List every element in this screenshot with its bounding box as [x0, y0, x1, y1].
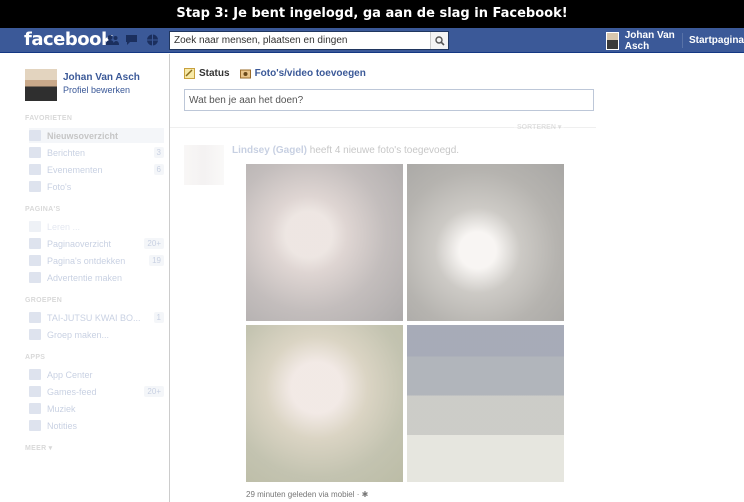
section-pages: PAGINA'S — [25, 206, 61, 213]
sidebar-item-notes[interactable]: Notities — [29, 418, 164, 433]
sidebar-more-link[interactable]: MEER ▾ — [25, 444, 52, 452]
sidebar-item-games-feed[interactable]: Games-feed 20+ — [29, 384, 164, 399]
friend-requests-icon[interactable] — [106, 34, 119, 46]
music-icon — [29, 403, 41, 414]
notes-icon — [29, 420, 41, 431]
facebook-logo[interactable]: facebook — [24, 29, 113, 50]
top-avatar — [606, 31, 619, 50]
status-composer — [184, 89, 594, 111]
sidebar-item-music[interactable]: Muziek — [29, 401, 164, 416]
calendar-icon — [29, 164, 41, 175]
story-avatar[interactable] — [184, 145, 224, 185]
count-badge: 3 — [153, 147, 164, 158]
camera-icon — [239, 69, 251, 79]
games-icon — [29, 386, 41, 397]
tab-status[interactable]: Status — [184, 68, 230, 79]
count-badge: 20+ — [144, 238, 164, 249]
tab-add-photo-video[interactable]: Foto's/video toevoegen — [239, 68, 366, 79]
sidebar-item-group[interactable]: TAI-JUTSU KWAI BO... 1 — [29, 310, 164, 325]
section-favorites: FAVORIETEN — [25, 115, 73, 122]
section-groups: GROEPEN — [25, 297, 63, 304]
photos-icon — [29, 181, 41, 192]
sidebar-item-page[interactable]: Leren ... — [29, 219, 164, 234]
search-input[interactable] — [170, 32, 428, 49]
section-apps: APPS — [25, 354, 46, 361]
profile-name[interactable]: Johan Van Asch — [63, 72, 140, 83]
story-header: Lindsey (Gagel) heeft 4 nieuwe foto's to… — [232, 145, 459, 156]
edit-profile-link[interactable]: Profiel bewerken — [63, 85, 140, 95]
sidebar-item-create-group[interactable]: Groep maken... — [29, 327, 164, 342]
discover-icon — [29, 255, 41, 266]
left-sidebar: Johan Van Asch Profiel bewerken FAVORIET… — [0, 54, 170, 502]
sidebar-item-pages-feed[interactable]: Paginaoverzicht 20+ — [29, 236, 164, 251]
composer-tabs: Status Foto's/video toevoegen — [184, 68, 376, 79]
search-icon — [434, 35, 445, 46]
group-icon — [29, 312, 41, 323]
count-badge: 20+ — [144, 386, 164, 397]
profile-avatar[interactable] — [25, 69, 57, 101]
search-button[interactable] — [430, 32, 448, 49]
story-photo-2[interactable] — [407, 164, 564, 321]
sidebar-item-messages[interactable]: Berichten 3 — [29, 145, 164, 160]
sidebar-item-discover-pages[interactable]: Pagina's ontdekken 19 — [29, 253, 164, 268]
sidebar-item-app-center[interactable]: App Center — [29, 367, 164, 382]
count-badge: 19 — [149, 255, 164, 266]
sidebar-item-events[interactable]: Evenementen 6 — [29, 162, 164, 177]
add-group-icon — [29, 329, 41, 340]
notifications-icon[interactable] — [146, 34, 159, 46]
story-photo-1[interactable] — [246, 164, 403, 321]
status-input[interactable] — [185, 90, 593, 110]
count-badge: 6 — [153, 164, 164, 175]
megaphone-icon — [29, 272, 41, 283]
sidebar-item-photos[interactable]: Foto's — [29, 179, 164, 194]
tutorial-caption: Stap 3: Je bent ingelogd, ga aan de slag… — [0, 0, 744, 28]
story-timestamp: 29 minuten geleden via mobiel · ✱ — [246, 490, 369, 499]
top-user-name: Johan Van Asch — [624, 29, 675, 52]
pencil-icon — [184, 68, 195, 79]
top-divider — [682, 33, 683, 48]
sidebar-item-news-feed[interactable]: Nieuwsoverzicht — [29, 128, 164, 143]
story-photo-3[interactable] — [246, 325, 403, 482]
search-box — [169, 31, 449, 50]
profile-block: Johan Van Asch Profiel bewerken — [25, 69, 140, 101]
page-icon — [29, 221, 41, 232]
home-link[interactable]: Startpagina — [689, 35, 744, 46]
top-navigation-bar: facebook Johan Van Asch Startpagina — [0, 28, 744, 53]
sidebar-item-create-ad[interactable]: Advertentie maken — [29, 270, 164, 285]
top-user-link[interactable]: Johan Van Asch Startpagina — [606, 29, 744, 52]
messages-icon[interactable] — [125, 34, 138, 46]
pages-icon — [29, 238, 41, 249]
story-verb: heeft 4 nieuwe foto's toegevoegd. — [307, 145, 460, 156]
story-photo-4[interactable] — [407, 325, 564, 482]
story-actor[interactable]: Lindsey (Gagel) — [232, 145, 307, 156]
app-center-icon — [29, 369, 41, 380]
main-feed: Status Foto's/video toevoegen SORTEREN ▾… — [170, 54, 744, 502]
messages-icon — [29, 147, 41, 158]
sort-button[interactable]: SORTEREN ▾ — [514, 123, 565, 131]
count-badge: 1 — [153, 312, 164, 323]
news-feed-icon — [29, 130, 41, 141]
